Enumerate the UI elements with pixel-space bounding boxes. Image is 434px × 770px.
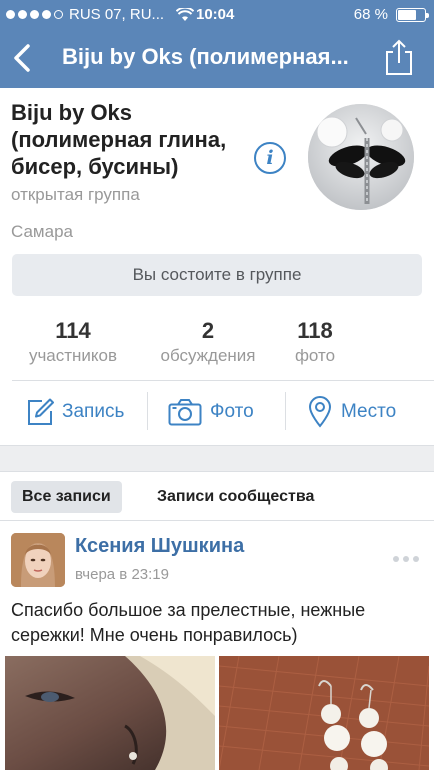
stat-discussions[interactable]: 2 обсуждения: [150, 318, 266, 368]
compose-icon: [28, 398, 54, 425]
post-text: Спасибо большое за прелестные, нежные се…: [11, 600, 366, 645]
post-timestamp: вчера в 23:19: [75, 566, 169, 583]
carrier-name: RUS 07, RU...: [69, 6, 165, 23]
battery-icon: [396, 7, 429, 22]
battery-status: 68 %: [353, 6, 429, 23]
avatar[interactable]: [11, 533, 65, 587]
photo-earrings-image: [219, 656, 429, 770]
section-gap: [0, 446, 434, 472]
avatar-image: [11, 533, 65, 587]
camera-icon: [168, 399, 202, 426]
group-name: Biju by Oks (полимерная глина, бисер, бу…: [11, 100, 227, 179]
group-city: Самара: [11, 222, 73, 241]
chevron-left-icon: [14, 44, 30, 72]
divider: [147, 392, 148, 430]
divider: [0, 520, 434, 521]
share-icon: [386, 39, 412, 75]
navigation-bar: Biju by Oks (полимерная...: [0, 30, 434, 88]
battery-percent: 68 %: [353, 6, 388, 23]
action-label: Место: [341, 401, 397, 422]
more-dots-icon[interactable]: [393, 552, 423, 566]
tab-community-posts[interactable]: Записи сообщества: [157, 481, 314, 513]
carrier-signal: RUS 07, RU...: [6, 6, 164, 23]
add-place-button[interactable]: Место: [307, 392, 396, 432]
group-type: открытая группа: [11, 185, 140, 204]
share-button[interactable]: [384, 38, 414, 76]
divider: [285, 392, 286, 430]
stat-label: обсуждения: [160, 346, 256, 365]
back-button[interactable]: [8, 40, 38, 76]
stat-photos[interactable]: 118 фото: [288, 318, 342, 368]
status-bar: RUS 07, RU... 10:04 68 %: [0, 0, 434, 30]
post-photo[interactable]: [219, 656, 429, 770]
stat-label: участников: [28, 346, 118, 365]
action-label: Запись: [62, 401, 125, 422]
stat-count: 2: [201, 318, 215, 343]
post-photo[interactable]: [5, 656, 215, 770]
membership-button[interactable]: Вы состоите в группе: [12, 254, 422, 296]
info-icon[interactable]: i: [254, 142, 286, 174]
stat-members[interactable]: 114 участников: [20, 318, 126, 368]
clock: 10:04: [196, 6, 235, 23]
tab-all-posts[interactable]: Все записи: [11, 481, 122, 513]
wifi-icon: [176, 8, 194, 21]
photo-ear-image: [5, 656, 215, 770]
stat-count: 114: [55, 318, 91, 343]
group-avatar-image: [308, 104, 414, 210]
divider: [12, 380, 434, 381]
page-title: Biju by Oks (полимерная...: [62, 44, 349, 69]
add-photo-button[interactable]: Фото: [168, 392, 254, 432]
top-bar: RUS 07, RU... 10:04 68 % Biju by Oks (по…: [0, 0, 434, 88]
divider: [0, 471, 434, 472]
battery-level: [398, 9, 416, 20]
new-post-button[interactable]: Запись: [26, 392, 124, 432]
stat-count: 118: [297, 318, 333, 343]
action-label: Фото: [210, 401, 254, 422]
signal-strength-icon: [6, 10, 63, 19]
post-author[interactable]: Ксения Шушкина: [75, 535, 244, 558]
group-avatar[interactable]: [308, 104, 414, 210]
stat-label: фото: [294, 346, 336, 365]
location-pin-icon: [308, 396, 332, 428]
